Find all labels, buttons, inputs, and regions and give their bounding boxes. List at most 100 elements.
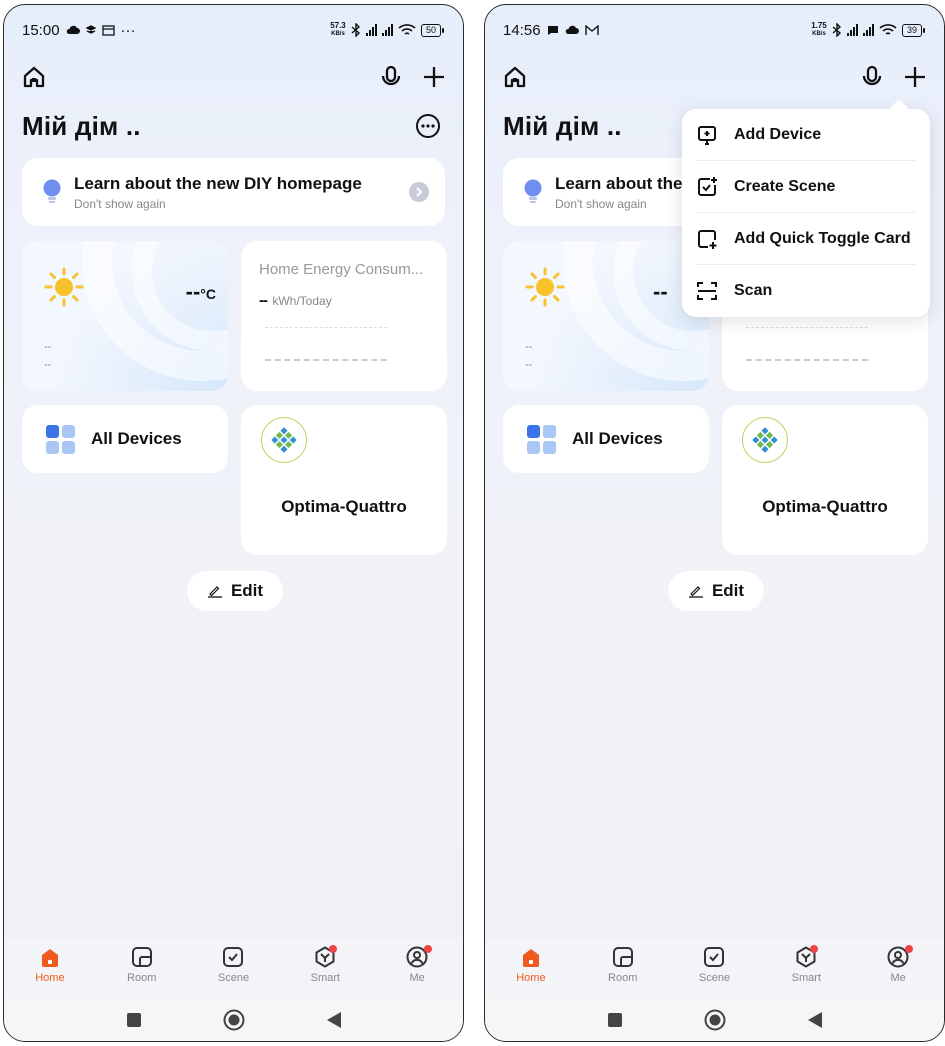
more-options-icon[interactable] bbox=[415, 113, 441, 139]
more-notifications-icon: ··· bbox=[120, 21, 136, 39]
pencil-icon bbox=[688, 586, 703, 598]
menu-create-scene[interactable]: Create Scene bbox=[696, 161, 916, 213]
status-time: 14:56 bbox=[503, 21, 541, 39]
tab-scene[interactable]: Scene bbox=[188, 938, 280, 1000]
signal-icon-2 bbox=[862, 24, 874, 36]
device-logo-icon bbox=[261, 417, 307, 463]
room-icon bbox=[131, 947, 152, 967]
signal-icon-2 bbox=[381, 24, 393, 36]
phone-screen-right: 14:56 1.75 KB/s 39 Мій дім .. Learn about… bbox=[484, 4, 945, 1042]
lightbulb-icon bbox=[524, 179, 542, 203]
weather-detail-2: -- bbox=[525, 359, 533, 371]
smart-badge bbox=[328, 945, 337, 953]
scene-icon bbox=[223, 947, 244, 967]
tab-smart[interactable]: Smart bbox=[279, 938, 371, 1000]
bluetooth-icon bbox=[832, 23, 842, 37]
smart-badge bbox=[809, 945, 818, 953]
system-nav-bar bbox=[4, 998, 463, 1041]
home-nav-icon[interactable] bbox=[223, 1009, 245, 1031]
bottom-tab-bar: Home Room Scene Smart Me bbox=[4, 938, 463, 1000]
cloud-icon bbox=[565, 25, 579, 34]
menu-scan[interactable]: Scan bbox=[696, 265, 916, 317]
weather-detail-1: -- bbox=[525, 341, 533, 353]
wifi-icon bbox=[398, 23, 416, 35]
recents-icon[interactable] bbox=[126, 1012, 141, 1027]
mail-icon bbox=[584, 24, 599, 35]
wifi-icon bbox=[879, 23, 897, 35]
home-title[interactable]: Мій дім .. bbox=[503, 111, 622, 142]
dont-show-again-link[interactable]: Don't show again bbox=[74, 197, 409, 211]
diy-homepage-banner[interactable]: Learn about the new DIY homepage Don't s… bbox=[22, 158, 445, 226]
window-icon bbox=[101, 24, 115, 36]
weather-card[interactable]: --°C -- -- bbox=[22, 241, 228, 391]
home-icon bbox=[41, 949, 58, 967]
system-nav-bar bbox=[485, 998, 944, 1041]
device-name: Optima-Quattro bbox=[281, 497, 407, 516]
bluetooth-icon bbox=[351, 23, 361, 37]
quick-toggle-icon bbox=[698, 229, 717, 249]
device-card[interactable]: Optima-Quattro bbox=[722, 405, 928, 555]
tab-scene[interactable]: Scene bbox=[669, 938, 761, 1000]
add-icon[interactable] bbox=[904, 66, 926, 88]
home-switch-icon[interactable] bbox=[22, 65, 46, 89]
lightbulb-icon bbox=[43, 179, 61, 203]
tab-home[interactable]: Home bbox=[485, 938, 577, 1000]
create-scene-icon bbox=[698, 176, 717, 196]
me-badge bbox=[904, 945, 913, 953]
battery-icon: 39 bbox=[901, 23, 926, 37]
device-name: Optima-Quattro bbox=[762, 497, 888, 516]
tab-me[interactable]: Me bbox=[852, 938, 944, 1000]
temperature-value: -- bbox=[653, 279, 668, 304]
tab-smart[interactable]: Smart bbox=[760, 938, 852, 1000]
tab-room[interactable]: Room bbox=[577, 938, 669, 1000]
phone-screen-left: 15:00 ··· 57.3 KB/s 50 Мій дім .. Learn a… bbox=[3, 4, 464, 1042]
battery-icon: 50 bbox=[420, 23, 445, 37]
chat-icon bbox=[547, 25, 558, 35]
bottom-tab-bar: Home Room Scene Smart Me bbox=[485, 938, 944, 1000]
all-devices-label: All Devices bbox=[572, 429, 663, 448]
microphone-icon[interactable] bbox=[862, 65, 882, 89]
edit-button[interactable]: Edit bbox=[187, 571, 283, 611]
me-badge bbox=[423, 945, 432, 953]
add-menu-dropdown: Add Device Create Scene Add Quick Toggle… bbox=[682, 99, 930, 317]
home-title[interactable]: Мій дім .. bbox=[22, 111, 141, 142]
back-icon[interactable] bbox=[326, 1011, 341, 1028]
menu-add-device[interactable]: Add Device bbox=[696, 109, 916, 161]
microphone-icon[interactable] bbox=[381, 65, 401, 89]
home-nav-icon[interactable] bbox=[704, 1009, 726, 1031]
net-speed: 57.3 KB/s bbox=[330, 21, 346, 38]
menu-add-quick-toggle-card[interactable]: Add Quick Toggle Card bbox=[696, 213, 916, 265]
energy-card[interactable]: Home Energy Consum... -- kWh/Today bbox=[241, 241, 447, 391]
banner-chevron-icon[interactable] bbox=[409, 182, 429, 202]
temperature-value: --°C bbox=[185, 279, 216, 304]
energy-title: Home Energy Consum... bbox=[259, 261, 424, 278]
all-devices-card[interactable]: All Devices bbox=[22, 405, 228, 473]
energy-value: -- kWh/Today bbox=[259, 292, 332, 309]
back-icon[interactable] bbox=[807, 1011, 822, 1028]
edit-label: Edit bbox=[230, 581, 264, 600]
add-device-icon bbox=[698, 125, 716, 145]
sun-icon bbox=[525, 267, 565, 307]
room-icon bbox=[612, 947, 633, 967]
sun-icon bbox=[44, 267, 84, 307]
scene-icon bbox=[704, 947, 725, 967]
signal-icon bbox=[365, 24, 377, 36]
weather-card[interactable]: -- -- -- bbox=[503, 241, 709, 391]
scan-icon bbox=[697, 282, 717, 300]
signal-icon bbox=[846, 24, 858, 36]
home-switch-icon[interactable] bbox=[503, 65, 527, 89]
pencil-icon bbox=[207, 586, 222, 598]
weather-detail-1: -- bbox=[44, 341, 52, 353]
cloud-icon bbox=[66, 25, 80, 34]
add-icon[interactable] bbox=[423, 66, 445, 88]
all-devices-card[interactable]: All Devices bbox=[503, 405, 709, 473]
edit-button[interactable]: Edit bbox=[668, 571, 764, 611]
tab-me[interactable]: Me bbox=[371, 938, 463, 1000]
tab-room[interactable]: Room bbox=[96, 938, 188, 1000]
tab-home[interactable]: Home bbox=[4, 938, 96, 1000]
status-bar: 15:00 ··· 57.3 KB/s 50 bbox=[4, 5, 463, 55]
edit-label: Edit bbox=[711, 581, 745, 600]
home-icon bbox=[522, 949, 539, 967]
recents-icon[interactable] bbox=[607, 1012, 622, 1027]
device-card[interactable]: Optima-Quattro bbox=[241, 405, 447, 555]
